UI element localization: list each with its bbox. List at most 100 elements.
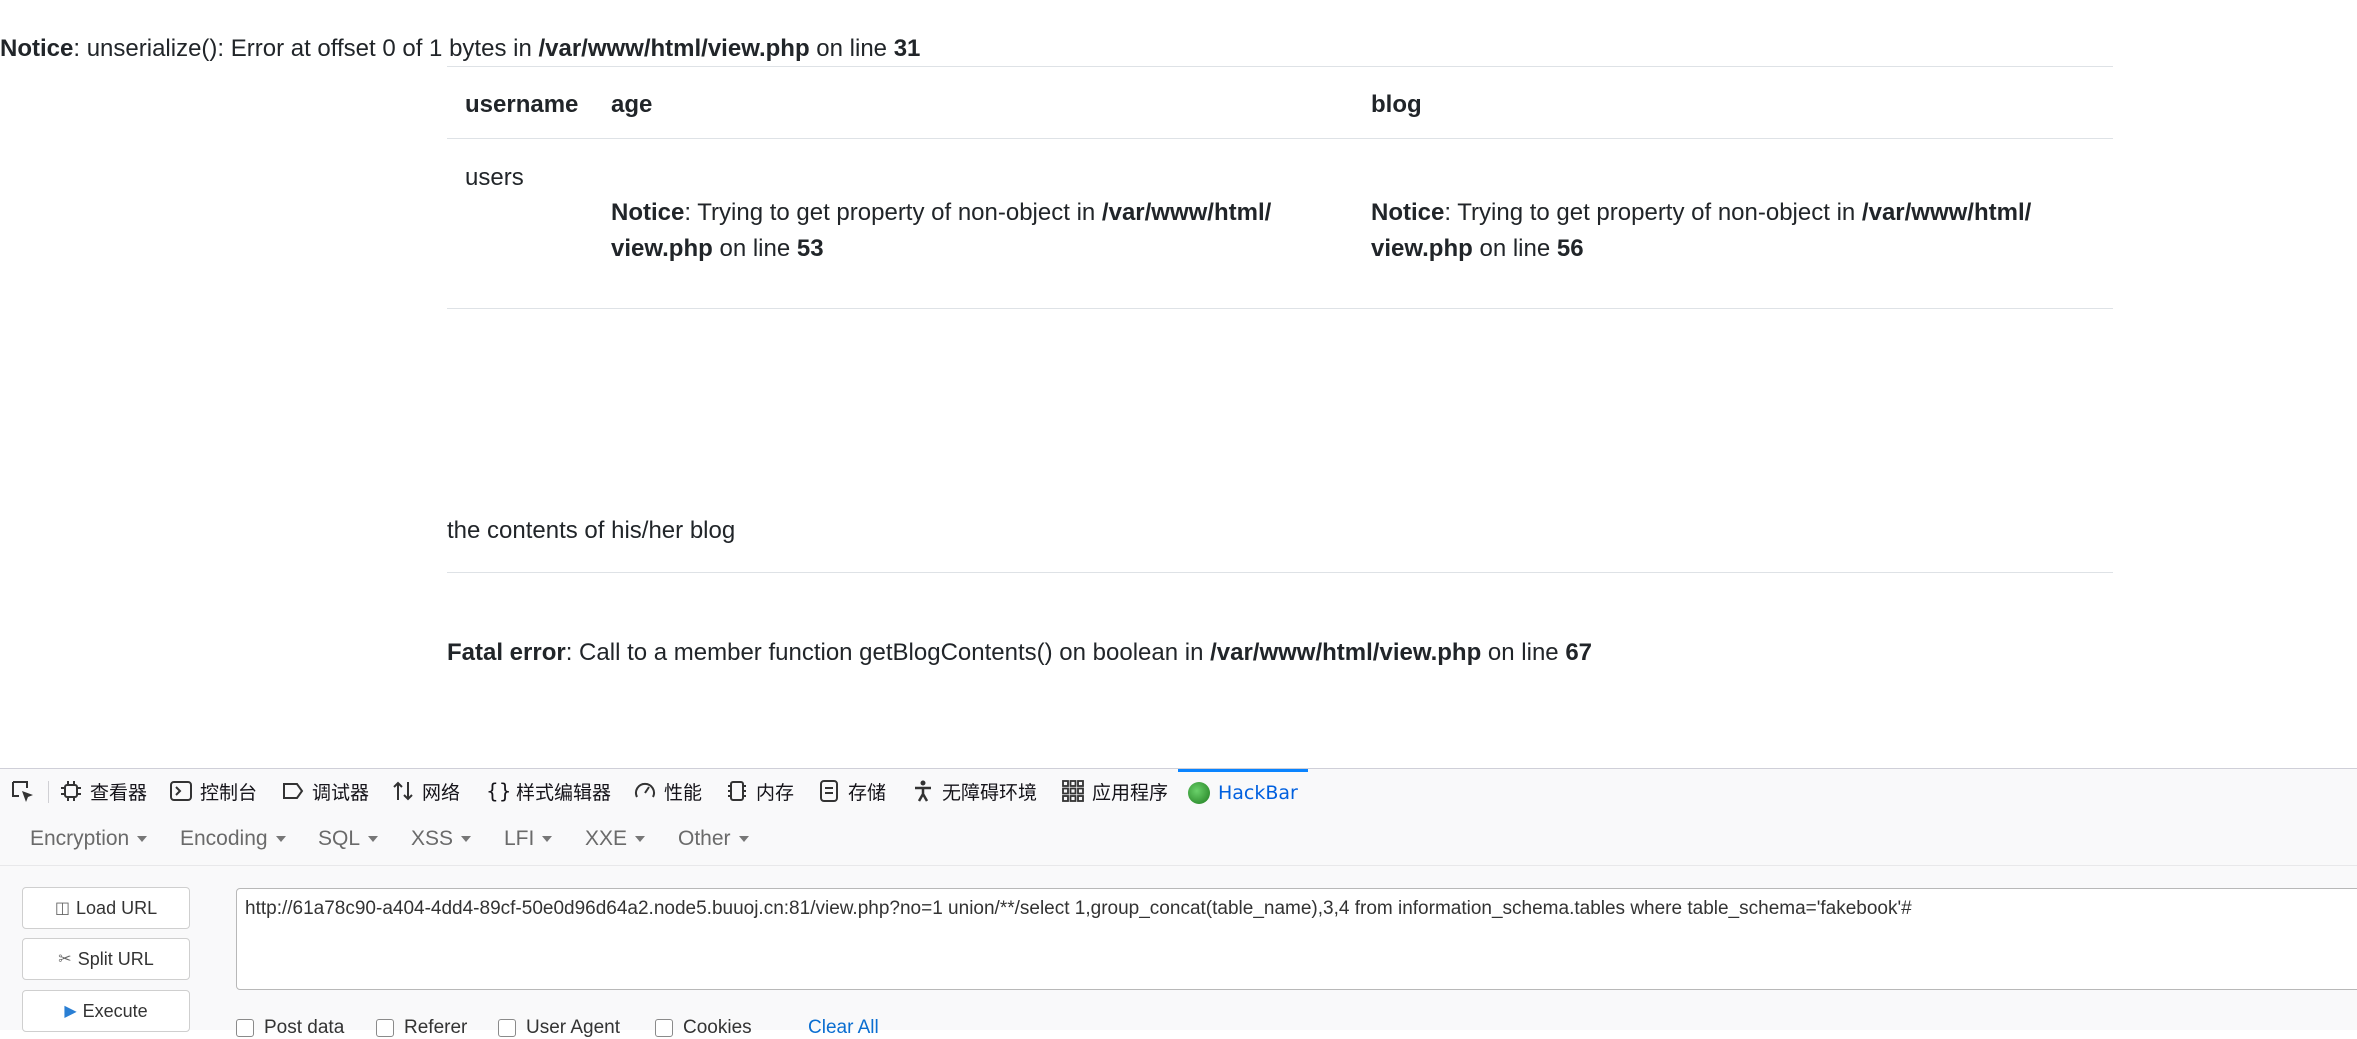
fatal-label: Fatal error [447, 639, 566, 666]
menu-xxe[interactable]: XXE [585, 827, 646, 851]
accessibility-icon [912, 780, 934, 802]
tab-performance[interactable]: 性能 [634, 769, 702, 813]
menu-label: SQL [318, 827, 361, 850]
menu-label: Encoding [180, 827, 268, 850]
checkbox[interactable] [236, 1019, 254, 1037]
cell-age: Notice: Trying to get property of non-ob… [611, 195, 1331, 267]
checkbox[interactable] [655, 1019, 673, 1037]
split-url-button[interactable]: ✂ Split URL [22, 938, 190, 980]
notice-on-line: on line [809, 35, 894, 62]
table-bottom-border [447, 308, 2113, 309]
play-icon: ▶ [64, 1003, 77, 1020]
menu-label: Other [678, 827, 731, 850]
checkbox[interactable] [376, 1019, 394, 1037]
age-notice-text: : Trying to get property of non-object i… [684, 199, 1102, 226]
storage-icon [818, 780, 840, 802]
notice-line: 31 [893, 35, 921, 62]
inspector-icon [60, 780, 82, 802]
menu-xss[interactable]: XSS [411, 827, 472, 851]
blog-notice-text: : Trying to get property of non-object i… [1444, 199, 1862, 226]
tab-memory[interactable]: 内存 [726, 769, 794, 813]
tab-accessibility[interactable]: 无障碍环境 [912, 769, 1037, 813]
option-user-agent[interactable]: User Agent [498, 1017, 620, 1039]
header-blog: blog [1371, 91, 1422, 118]
tab-debugger[interactable]: 调试器 [282, 769, 369, 813]
console-icon [170, 780, 192, 802]
tab-label: 网络 [422, 781, 461, 804]
button-label: Load URL [76, 897, 158, 918]
notice-text: : unserialize(): Error at offset 0 of 1 … [73, 35, 539, 62]
header-username: username [465, 91, 579, 118]
tab-label: 调试器 [312, 781, 370, 804]
devtools-toolbar: 查看器 控制台 调试器 网络 {} 样式编辑器 性能 内存 存储 无障碍环境 应… [0, 769, 2357, 814]
chevron-down-icon [738, 836, 749, 843]
load-url-icon: ◫ [54, 900, 71, 917]
hackbar-icon [1188, 781, 1210, 804]
menu-sql[interactable]: SQL [318, 827, 379, 851]
option-label: User Agent [526, 1017, 620, 1038]
cell-username: users [465, 164, 524, 191]
header-age: age [611, 91, 653, 118]
url-input[interactable]: http://61a78c90-a404-4dd4-89cf-50e0d96d6… [236, 888, 2357, 990]
menu-other[interactable]: Other [678, 827, 749, 851]
menu-label: Encryption [30, 827, 130, 850]
blog-notice-file: /var/www/html/ [1861, 199, 2032, 226]
blog-notice-line: 56 [1556, 235, 1584, 262]
age-notice-file-end: view.php [611, 235, 713, 262]
menu-label: XSS [411, 827, 454, 850]
tab-label: 查看器 [90, 781, 148, 804]
tab-hackbar[interactable]: HackBar [1178, 769, 1308, 813]
debugger-icon [282, 780, 304, 802]
tab-label: 存储 [848, 781, 887, 804]
age-notice-line: 53 [796, 235, 824, 262]
tab-label: 样式编辑器 [516, 781, 612, 804]
scissors-icon: ✂ [58, 951, 72, 968]
button-label: Execute [82, 1000, 148, 1021]
fatal-on-line: on line [1481, 639, 1566, 666]
menu-encoding[interactable]: Encoding [180, 827, 286, 851]
tab-style-editor[interactable]: {} 样式编辑器 [486, 769, 611, 813]
button-label: Split URL [77, 948, 154, 969]
notice-label: Notice [0, 35, 74, 62]
network-icon [392, 780, 414, 802]
age-notice-on-line: on line [712, 235, 797, 262]
tab-network[interactable]: 网络 [392, 769, 460, 813]
age-notice-label: Notice [611, 199, 685, 226]
load-url-button[interactable]: ◫ Load URL [22, 887, 190, 929]
style-editor-icon: {} [486, 779, 512, 803]
blog-contents: the contents of his/her blog [447, 517, 736, 544]
chevron-down-icon [635, 836, 646, 843]
blog-notice-label: Notice [1371, 199, 1445, 226]
menu-encryption[interactable]: Encryption [30, 827, 148, 851]
option-label: Referer [404, 1017, 468, 1038]
tab-label: 内存 [756, 781, 795, 804]
toolbar-separator [48, 781, 49, 803]
menu-label: LFI [504, 827, 535, 850]
chevron-down-icon [542, 836, 553, 843]
clear-all-link[interactable]: Clear All [808, 1017, 879, 1039]
option-referer[interactable]: Referer [376, 1017, 467, 1039]
tab-label: 控制台 [200, 781, 258, 804]
option-post-data[interactable]: Post data [236, 1017, 344, 1039]
fatal-error: Fatal error: Call to a member function g… [447, 638, 1592, 668]
tab-application[interactable]: 应用程序 [1062, 769, 1168, 813]
tab-storage[interactable]: 存储 [818, 769, 886, 813]
element-picker-icon[interactable] [10, 779, 36, 805]
application-icon [1062, 780, 1084, 802]
chevron-down-icon [461, 836, 472, 843]
devtools-panel: 查看器 控制台 调试器 网络 {} 样式编辑器 性能 内存 存储 无障碍环境 应… [0, 768, 2357, 1038]
menu-lfi[interactable]: LFI [504, 827, 553, 851]
chevron-down-icon [137, 836, 148, 843]
tab-label: HackBar [1218, 781, 1298, 804]
fatal-file: /var/www/html/view.php [1210, 639, 1482, 666]
checkbox[interactable] [498, 1019, 516, 1037]
fatal-line: 67 [1565, 639, 1593, 666]
tab-console[interactable]: 控制台 [170, 769, 257, 813]
chevron-down-icon [275, 836, 286, 843]
tab-label: 应用程序 [1092, 781, 1169, 804]
option-cookies[interactable]: Cookies [655, 1017, 752, 1039]
blog-notice-on-line: on line [1472, 235, 1557, 262]
tab-inspector[interactable]: 查看器 [60, 769, 147, 813]
execute-button[interactable]: ▶ Execute [22, 990, 190, 1032]
tab-label: 无障碍环境 [942, 781, 1038, 804]
